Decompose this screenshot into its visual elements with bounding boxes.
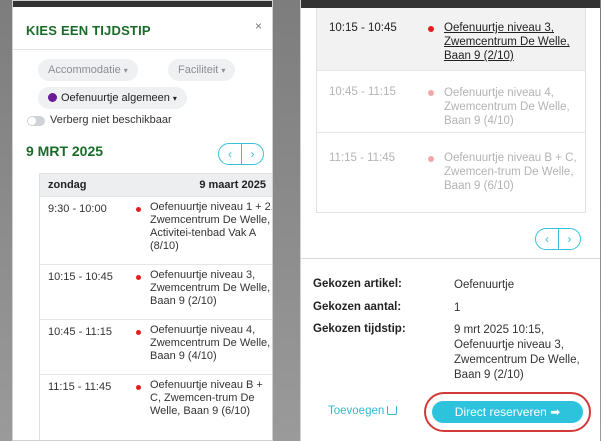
slot-description: Oefenuurtje niveau B + C, Zwemcen-trum D…: [150, 379, 263, 417]
slot-description[interactable]: Oefenuurtje niveau 3, Zwemcentrum De Wel…: [444, 21, 579, 63]
hide-unavailable-toggle[interactable]: [27, 116, 45, 126]
availability-dot: [136, 207, 141, 212]
add-to-cart-button[interactable]: Toevoegen: [328, 405, 398, 417]
chevron-down-icon: ▾: [172, 94, 177, 103]
day-label: zondag: [48, 179, 87, 191]
slot-time: 10:45 - 11:15: [48, 326, 113, 338]
slot-time: 11:15 - 11:45: [329, 152, 396, 164]
screenshot-stage: KIES EEN TIJDSTIP × Accommodatie ▾ Facili…: [0, 0, 601, 441]
slot-description: Oefenuurtje niveau 4, Zwemcentrum De Wel…: [150, 324, 271, 362]
availability-dot: [428, 26, 434, 32]
slot-time: 11:15 - 11:45: [48, 381, 112, 393]
time-picker-modal: KIES EEN TIJDSTIP × Accommodatie ▾ Facili…: [12, 0, 273, 441]
availability-dot: [136, 275, 141, 280]
faciliteit-label: Faciliteit: [178, 64, 219, 76]
activity-label: Oefenuurtje algemeen: [61, 92, 170, 104]
table-header: zondag 9 maart 2025: [40, 174, 272, 196]
chosen-quantity-label: Gekozen aantal:: [313, 301, 402, 313]
modal-top-edge: [13, 1, 272, 7]
chosen-time-value: 9 mrt 2025 10:15, Oefenuurtje niveau 3, …: [454, 324, 580, 381]
timeslot-row[interactable]: 9:30 - 10:00 Oefenuurtje niveau 1 + 2, Z…: [40, 196, 273, 264]
cart-icon: [387, 406, 398, 415]
slot-description: Oefenuurtje niveau B + C, Zwemcen-trum D…: [444, 152, 577, 192]
divider: [301, 258, 600, 259]
modal-title: KIES EEN TIJDSTIP: [26, 23, 151, 38]
chevron-down-icon: ▾: [123, 66, 128, 75]
direct-reserve-button[interactable]: Direct reserveren ➡: [432, 401, 583, 423]
chevron-down-icon: ▾: [221, 66, 226, 75]
slot-time: 9:30 - 10:00: [48, 203, 107, 215]
chosen-article-label: Gekozen artikel:: [313, 278, 402, 290]
timeslot-row[interactable]: 11:15 - 11:45 Oefenuurtje niveau B + C, …: [40, 374, 272, 440]
availability-dot: [136, 330, 141, 335]
slot-time: 10:45 - 11:15: [329, 86, 396, 98]
timeslot-table: 10:15 - 10:45 Oefenuurtje niveau 3, Zwem…: [316, 8, 586, 213]
date-nav: ‹ ›: [535, 228, 581, 250]
divider: [13, 49, 272, 50]
chevron-right-icon[interactable]: ›: [558, 229, 580, 249]
slot-time: 10:15 - 10:45: [329, 22, 397, 34]
date-label: 9 maart 2025: [199, 179, 266, 191]
chosen-article-value: Oefenuurtje: [454, 279, 515, 291]
slot-description: Oefenuurtje niveau 3, Zwemcentrum De Wel…: [150, 269, 271, 307]
availability-dot: [428, 90, 434, 96]
activity-color-dot: [48, 93, 57, 102]
faciliteit-filter[interactable]: Faciliteit ▾: [168, 59, 236, 81]
chosen-quantity-value: 1: [454, 302, 461, 314]
chevron-right-icon[interactable]: ›: [241, 144, 263, 164]
add-label: Toevoegen: [328, 405, 385, 417]
panel-top-edge: [301, 0, 600, 8]
availability-dot: [136, 385, 141, 390]
accommodatie-label: Accommodatie: [48, 64, 121, 76]
activity-filter[interactable]: Oefenuurtje algemeen ▾: [38, 87, 187, 109]
date-nav: ‹ ›: [218, 143, 264, 165]
timeslot-row: 11:15 - 11:45 Oefenuurtje niveau B + C, …: [317, 132, 585, 213]
chevron-left-icon[interactable]: ‹: [536, 229, 558, 249]
chevron-left-icon[interactable]: ‹: [219, 144, 241, 164]
slot-description: Oefenuurtje niveau 4, Zwemcentrum De Wel…: [444, 87, 570, 127]
close-icon[interactable]: ×: [255, 19, 262, 33]
timeslot-row-selected[interactable]: 10:15 - 10:45 Oefenuurtje niveau 3, Zwem…: [317, 8, 585, 70]
timeslot-row[interactable]: 10:15 - 10:45 Oefenuurtje niveau 3, Zwem…: [40, 264, 272, 319]
date-heading: 9 MRT 2025: [26, 143, 104, 159]
timeslot-row: 10:45 - 11:15 Oefenuurtje niveau 4, Zwem…: [317, 70, 585, 132]
slot-time: 10:15 - 10:45: [48, 271, 113, 283]
accommodatie-filter[interactable]: Accommodatie ▾: [38, 59, 138, 81]
chosen-time-label: Gekozen tijdstip:: [313, 323, 406, 335]
reservation-panel: 10:15 - 10:45 Oefenuurtje niveau 3, Zwem…: [300, 0, 600, 441]
timeslot-row[interactable]: 10:45 - 11:15 Oefenuurtje niveau 4, Zwem…: [40, 319, 272, 374]
hide-unavailable-label: Verberg niet beschikbaar: [50, 114, 172, 126]
timeslot-table: zondag 9 maart 2025 9:30 - 10:00 Oefenuu…: [39, 173, 273, 440]
slot-description: Oefenuurtje niveau 1 + 2, Zwemcentrum De…: [150, 201, 273, 252]
availability-dot: [428, 156, 434, 162]
